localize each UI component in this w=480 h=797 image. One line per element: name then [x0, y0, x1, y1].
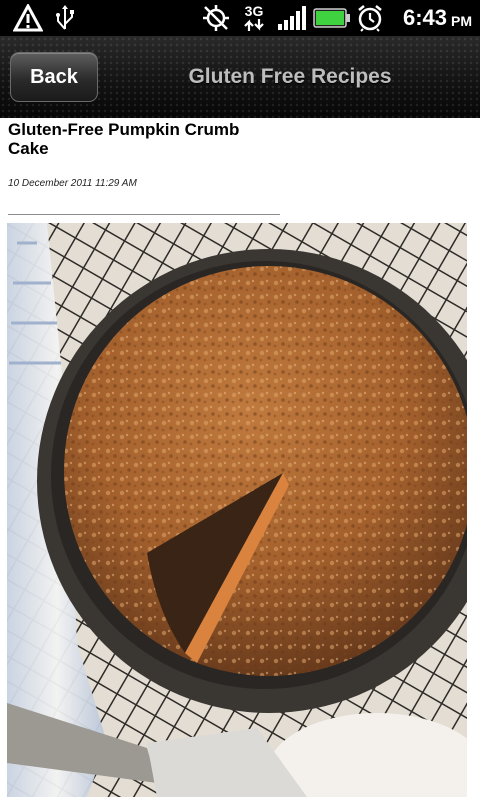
signal-icon	[276, 0, 308, 36]
network-3g-icon: 3G	[242, 0, 266, 36]
app-title: Gluten Free Recipes	[188, 65, 392, 88]
pumpkin-crumb-cake-photo[interactable]	[7, 223, 467, 797]
post-date: 10 December 2011 11:29 AM	[8, 178, 137, 189]
post-content[interactable]: Gluten-Free Pumpkin Crumb Cake 10 Decemb…	[0, 118, 480, 797]
back-button-label: Back	[30, 65, 78, 88]
post-title[interactable]: Gluten-Free Pumpkin Crumb Cake	[8, 120, 278, 158]
battery-icon	[312, 0, 352, 36]
clock-time: 6:43	[402, 5, 447, 30]
usb-icon	[52, 0, 78, 36]
status-bar: 3G 6:43 PM	[0, 0, 480, 36]
clock-ampm: PM	[451, 12, 472, 29]
gps-searching-icon	[200, 0, 232, 36]
back-button[interactable]: Back	[10, 52, 98, 102]
alarm-icon	[356, 0, 384, 36]
action-bar: Back Gluten Free Recipes	[0, 36, 480, 118]
status-clock: 6:43 PM	[403, 0, 472, 36]
network-label: 3G	[244, 3, 264, 19]
divider	[8, 214, 280, 215]
alert-icon	[10, 0, 46, 36]
